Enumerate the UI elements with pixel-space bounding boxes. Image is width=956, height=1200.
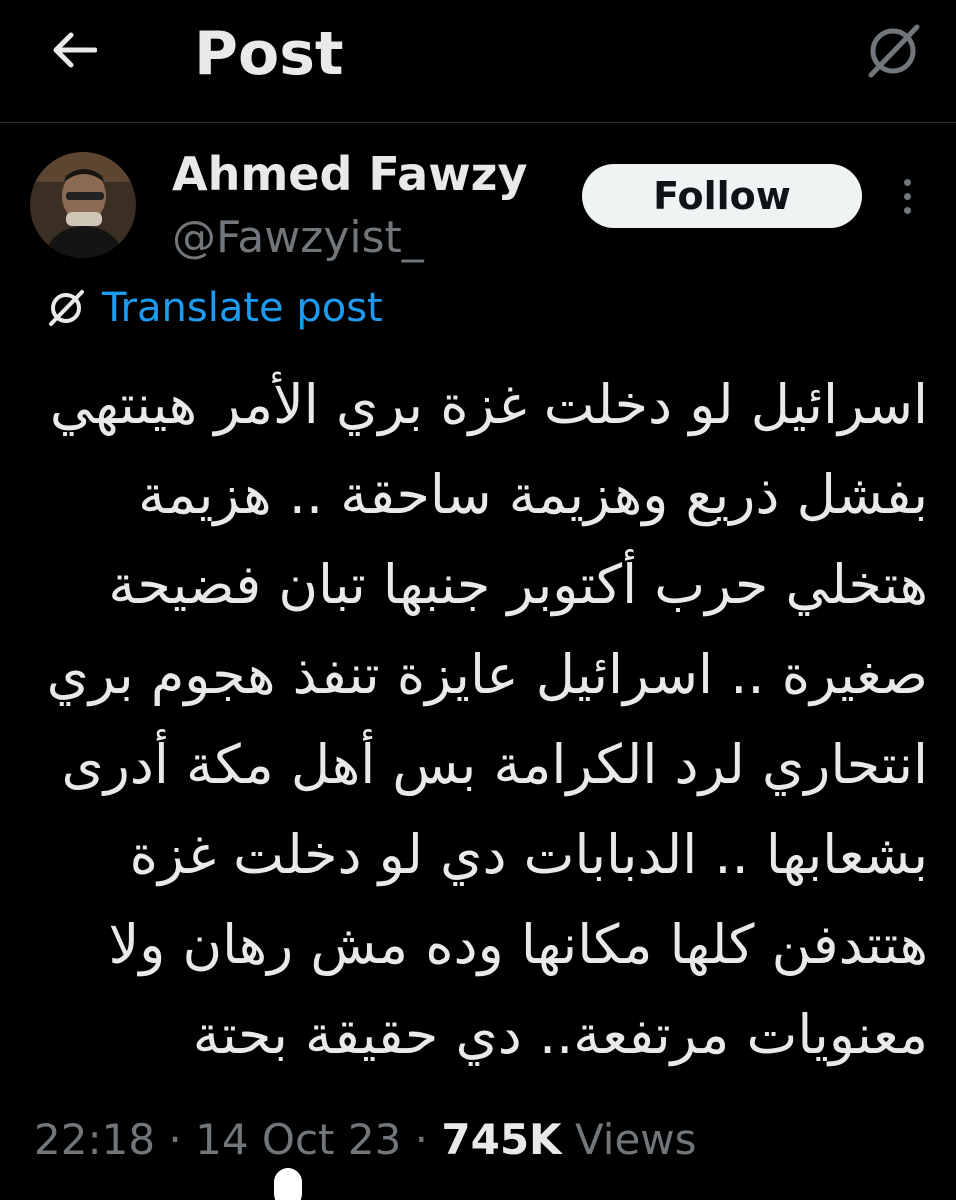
post-date[interactable]: 14 Oct 23 (195, 1115, 401, 1164)
arrow-left-icon (53, 32, 97, 68)
separator-dot: · (401, 1115, 442, 1164)
back-button[interactable] (44, 20, 104, 80)
translate-post-label: Translate post (102, 285, 383, 331)
post-metadata: 22:18 · 14 Oct 23 · 745K Views (34, 1110, 697, 1170)
author-name[interactable]: Ahmed Fawzy (172, 146, 527, 202)
follow-button[interactable]: Follow (582, 164, 862, 228)
post-line: هتخلي حرب أكتوبر جنبها تبان فضيحة (108, 553, 928, 616)
views-label: Views (561, 1115, 697, 1164)
translate-post-button[interactable]: Translate post (44, 280, 383, 336)
author-handle[interactable]: @Fawzyist_ (172, 210, 424, 266)
text-cursor-handle[interactable] (274, 1168, 302, 1200)
page-title: Post (194, 19, 344, 89)
avatar[interactable] (30, 152, 136, 258)
top-app-bar: Post (0, 0, 956, 123)
grok-slash-icon (49, 290, 84, 326)
post-time[interactable]: 22:18 (34, 1115, 155, 1164)
post-line: بفشل ذريع وهزيمة ساحقة .. هزيمة (138, 463, 928, 526)
post-line: معنويات مرتفعة.. دي حقيقة بحتة (192, 1003, 928, 1066)
vertical-ellipsis-dot (903, 192, 911, 200)
post-line: هتتدفن كلها مكانها وده مش رهان ولا (108, 913, 928, 976)
post-line: صغيرة .. اسرائيل عايزة تنفذ هجوم بري (46, 643, 928, 706)
vertical-ellipsis-icon (903, 178, 911, 186)
separator-dot: · (155, 1115, 196, 1164)
post-line: اسرائيل لو دخلت غزة بري الأمر هينتهي (49, 373, 928, 436)
more-options-button[interactable] (890, 172, 924, 220)
grok-button[interactable] (858, 16, 928, 86)
vertical-ellipsis-dot (903, 206, 911, 214)
grok-slash-icon (868, 24, 920, 78)
avatar-photo (30, 152, 136, 258)
post-line: انتحاري لرد الكرامة بس أهل مكة أدرى (61, 733, 928, 796)
post-line: بشعابها .. الدبابات دي لو دخلت غزة (129, 823, 928, 886)
views-count[interactable]: 745K (441, 1115, 561, 1164)
post-text: اسرائيل لو دخلت غزة بري الأمر هينتهي بفش… (40, 360, 928, 1080)
